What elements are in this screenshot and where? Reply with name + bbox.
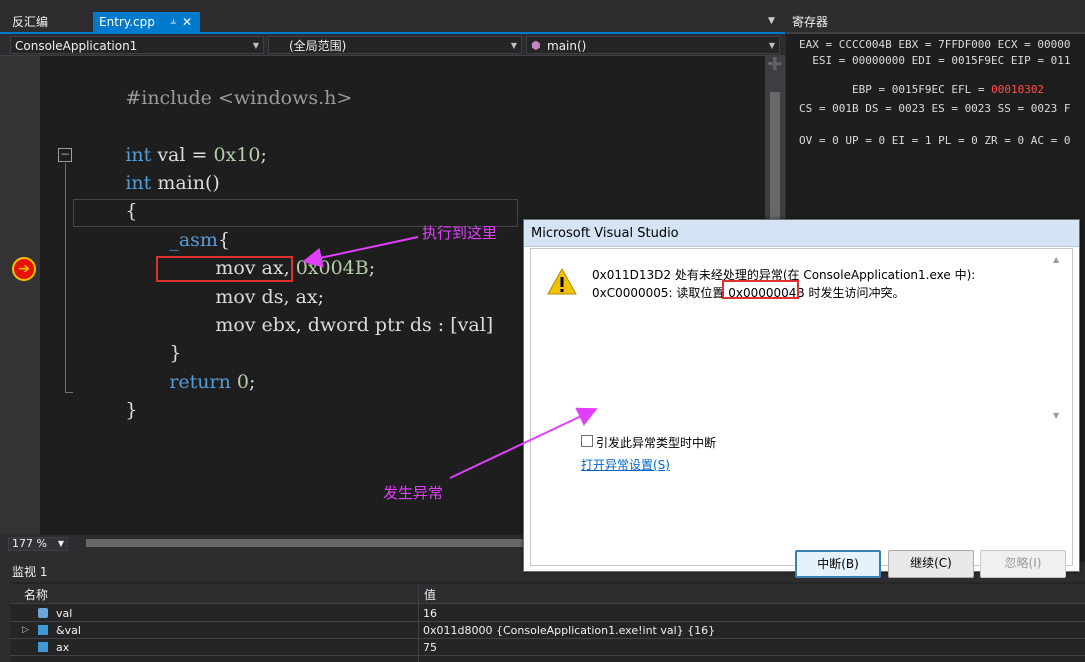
exception-dialog[interactable]: Microsoft Visual Studio 0x011D13D2 处有未经处…	[523, 219, 1080, 578]
checkbox-label: 引发此异常类型时中断	[596, 436, 717, 450]
chevron-down-icon: ▼	[57, 539, 64, 548]
highlight-box-code	[156, 256, 293, 282]
annotation-executed-here: 执行到这里	[422, 224, 498, 242]
watch-row-value: 16	[423, 607, 437, 620]
scroll-down-icon[interactable]: ▼	[1053, 411, 1059, 420]
zoom-label: 177 %	[12, 537, 47, 550]
project-dropdown[interactable]: ConsoleApplication1 ▼	[10, 36, 264, 54]
code-line-5: {	[125, 200, 138, 222]
variable-icon	[38, 625, 48, 635]
project-label: ConsoleApplication1	[15, 39, 138, 53]
tab-list-dropdown-icon[interactable]: ▼	[768, 16, 775, 26]
code-line-11: return 0;	[169, 371, 256, 393]
register-line-2: ESI = 00000000 EDI = 0015F9EC EIP = 011	[799, 54, 1071, 67]
register-line-1: EAX = CCCC004B EBX = 7FFDF000 ECX = 0000…	[799, 38, 1071, 51]
code-line-1: #include <windows.h>	[125, 87, 353, 109]
watch-header: 名称 值	[10, 584, 1085, 604]
navigation-bar: ConsoleApplication1 ▼ (全局范围) ▼ ⬢ main() …	[0, 34, 785, 56]
scope-dropdown[interactable]: (全局范围) ▼	[268, 36, 522, 54]
tab-entry-label: Entry.cpp	[99, 15, 155, 29]
code-line-7: mov ax, 0x004B;	[215, 257, 376, 279]
execution-pointer-icon: ➔	[12, 257, 36, 281]
variable-icon	[38, 642, 48, 652]
outline-fold-end	[65, 392, 73, 393]
watch-column-value[interactable]: 值	[424, 586, 436, 603]
tab-disassembly[interactable]: 反汇编	[6, 12, 54, 32]
highlight-box-address	[722, 280, 799, 299]
variable-icon	[38, 608, 48, 618]
cube-icon: ⬢	[531, 39, 541, 52]
annotation-exception: 发生异常	[383, 484, 444, 502]
tab-entry-cpp[interactable]: Entry.cpp ⫨ ✕	[93, 12, 200, 32]
chevron-down-icon: ▼	[510, 41, 517, 50]
break-button[interactable]: 中断(B)	[795, 550, 881, 578]
split-window-icon[interactable]: ➕	[765, 57, 785, 71]
close-icon[interactable]: ✕	[182, 12, 192, 32]
watch-row-name: val	[56, 607, 73, 620]
warning-icon	[547, 267, 577, 295]
dialog-content: 0x011D13D2 处有未经处理的异常(在 ConsoleApplicatio…	[530, 248, 1073, 578]
function-label: main()	[547, 39, 587, 53]
collapse-icon[interactable]: −	[58, 148, 72, 162]
breakpoint-gutter[interactable]	[0, 56, 40, 535]
chevron-down-icon: ▼	[768, 41, 775, 50]
watch-row[interactable]: ax 75	[10, 639, 1085, 656]
zoom-dropdown[interactable]: 177 % ▼	[8, 537, 68, 551]
dialog-scrollbar[interactable]: ▲ ▼	[1049, 253, 1065, 423]
break-on-exception-checkbox[interactable]	[581, 435, 593, 447]
dialog-title[interactable]: Microsoft Visual Studio	[524, 220, 1079, 247]
efl-value-changed: 00010302	[991, 83, 1045, 96]
watch-row[interactable]: ▷ &val 0x011d8000 {ConsoleApplication1.e…	[10, 622, 1085, 639]
outline-fold-line	[65, 163, 66, 393]
expand-arrow-icon[interactable]: ▷	[22, 622, 29, 639]
open-exception-settings-link[interactable]: 打开异常设置(S)	[581, 456, 670, 473]
watch-row[interactable]: val 16	[10, 605, 1085, 622]
watch-column-name[interactable]: 名称	[24, 586, 48, 603]
continue-button[interactable]: 继续(C)	[888, 550, 974, 578]
watch-row-value: 75	[423, 641, 437, 654]
registers-panel-title: 寄存器	[786, 12, 1085, 32]
code-line-12: }	[125, 399, 138, 421]
watch-row-name: &val	[56, 624, 81, 637]
chevron-down-icon: ▼	[252, 41, 259, 50]
scroll-up-icon[interactable]: ▲	[1053, 255, 1059, 264]
function-dropdown[interactable]: ⬢ main() ▼	[526, 36, 780, 54]
scope-label: (全局范围)	[289, 39, 347, 53]
pin-icon[interactable]: ⫨	[170, 12, 176, 32]
code-line-9: mov ebx, dword ptr ds : [val]	[215, 314, 494, 336]
watch-column-divider[interactable]	[418, 584, 419, 662]
watch-row-value: 0x011d8000 {ConsoleApplication1.exe!int …	[423, 624, 716, 637]
watch-row-name: ax	[56, 641, 70, 654]
ignore-button[interactable]: 忽略(I)	[980, 550, 1066, 578]
register-line-4: CS = 001B DS = 0023 ES = 0023 SS = 0023 …	[799, 102, 1071, 115]
code-line-4: int main()	[125, 172, 220, 194]
register-line-5: OV = 0 UP = 0 EI = 1 PL = 0 ZR = 0 AC = …	[799, 134, 1071, 147]
code-line-10: }	[169, 342, 182, 364]
code-line-3: int val = 0x10;	[125, 144, 267, 166]
